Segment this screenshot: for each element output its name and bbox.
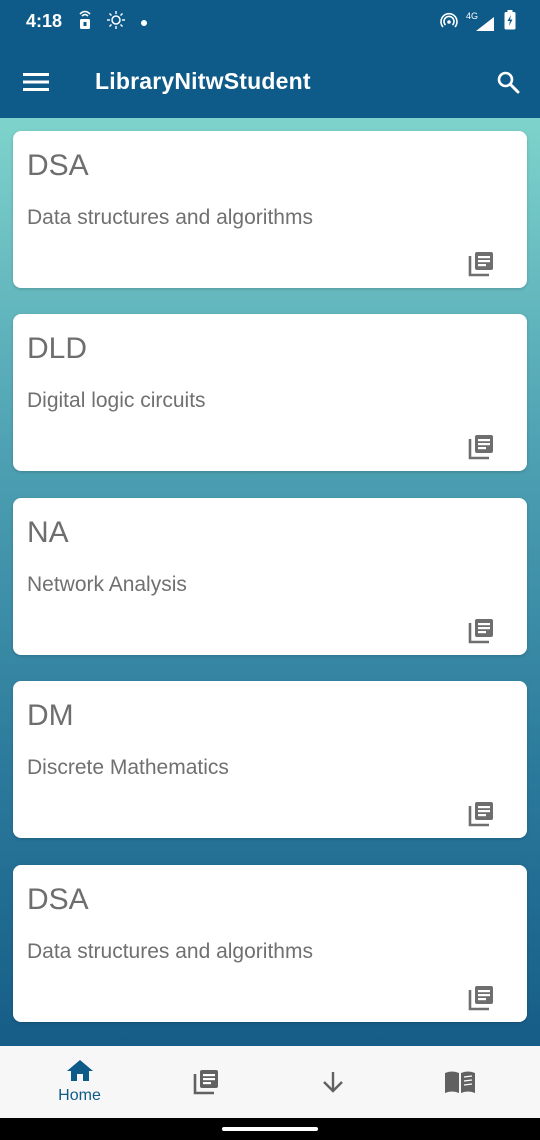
course-card-na[interactable]: NA Network Analysis — [13, 498, 527, 655]
course-name: Data structures and algorithms — [27, 940, 313, 963]
course-code: NA — [27, 516, 69, 549]
app-title: LibraryNitwStudent — [95, 68, 311, 94]
app-bar: LibraryNitwStudent — [0, 46, 540, 118]
course-list: DSA Data structures and algorithms DLD D… — [0, 118, 540, 1046]
bottom-navigation: Home — [0, 1046, 540, 1118]
status-right-icons: 4G — [440, 10, 516, 35]
library-books-icon[interactable] — [467, 433, 495, 461]
nav-item-library[interactable] — [138, 1046, 273, 1118]
home-icon — [66, 1060, 93, 1081]
dot-icon — [140, 14, 148, 32]
nav-item-home[interactable]: Home — [12, 1046, 147, 1118]
search-button[interactable] — [490, 64, 526, 100]
nav-item-reading[interactable] — [392, 1046, 527, 1118]
course-code: DSA — [27, 149, 89, 182]
course-code: DLD — [27, 332, 88, 365]
course-name: Network Analysis — [27, 573, 187, 596]
status-left-icons — [78, 10, 148, 35]
course-code: DM — [27, 699, 74, 732]
arrow-down-icon — [322, 1072, 343, 1093]
nav-item-downloads[interactable] — [265, 1046, 400, 1118]
library-books-icon[interactable] — [467, 617, 495, 645]
notification-lock-icon — [78, 10, 92, 35]
course-code: DSA — [27, 883, 89, 916]
status-bar: 4:18 4G — [0, 0, 540, 46]
menu-button[interactable] — [16, 66, 56, 98]
system-navigation-bar — [0, 1118, 540, 1140]
library-books-icon[interactable] — [467, 984, 495, 1012]
course-card-dsa[interactable]: DSA Data structures and algorithms — [13, 131, 527, 288]
status-time: 4:18 — [26, 11, 63, 31]
course-name: Data structures and algorithms — [27, 206, 313, 229]
open-book-icon — [444, 1071, 475, 1093]
course-name: Discrete Mathematics — [27, 756, 229, 779]
search-icon — [497, 71, 520, 94]
course-card-dm[interactable]: DM Discrete Mathematics — [13, 681, 527, 838]
hotspot-icon — [440, 11, 458, 34]
course-card-dsa-2[interactable]: DSA Data structures and algorithms — [13, 865, 527, 1022]
brightness-icon — [106, 10, 126, 35]
library-books-icon — [193, 1070, 218, 1095]
nav-label-home: Home — [58, 1087, 101, 1104]
hamburger-menu-icon — [23, 73, 49, 91]
course-name: Digital logic circuits — [27, 389, 206, 412]
signal-4g-icon: 4G — [466, 11, 496, 33]
home-indicator[interactable] — [222, 1127, 318, 1131]
library-books-icon[interactable] — [467, 800, 495, 828]
course-card-dld[interactable]: DLD Digital logic circuits — [13, 314, 527, 471]
battery-charging-icon — [504, 10, 516, 35]
library-books-icon[interactable] — [467, 250, 495, 278]
phone-screen: 4:18 4G LibraryNitwStudent DSA Data stru… — [0, 0, 540, 1140]
